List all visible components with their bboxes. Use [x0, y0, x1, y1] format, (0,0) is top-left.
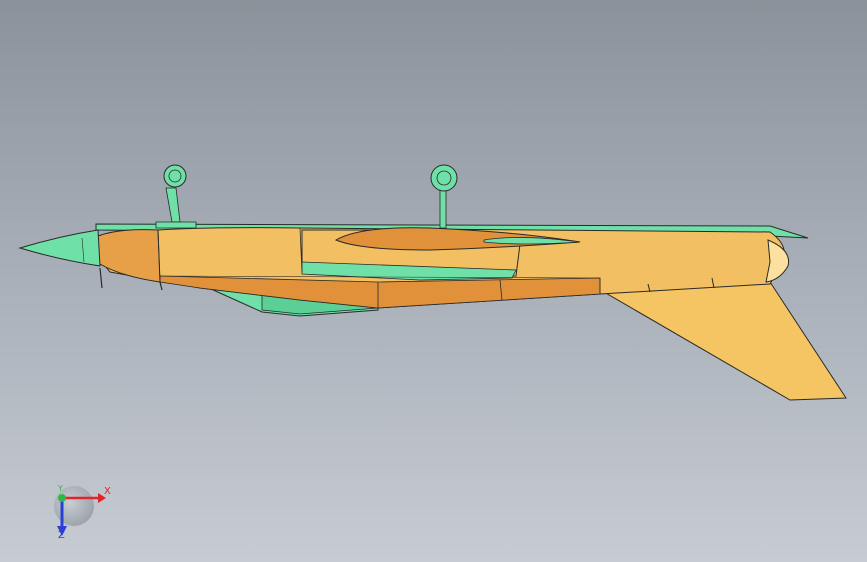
axis-label-x: X [104, 486, 111, 497]
axis-label-y: Y [58, 484, 63, 493]
tail-fin [602, 281, 847, 401]
forward-section [95, 229, 161, 283]
forward-sensor-mast [155, 164, 197, 229]
aircraft-model[interactable] [0, 0, 867, 562]
cad-viewport[interactable]: X Y Z [0, 0, 867, 562]
axis-label-z: Z [58, 530, 65, 541]
center-sensor-mast [430, 164, 458, 229]
nose-cone [18, 229, 101, 267]
